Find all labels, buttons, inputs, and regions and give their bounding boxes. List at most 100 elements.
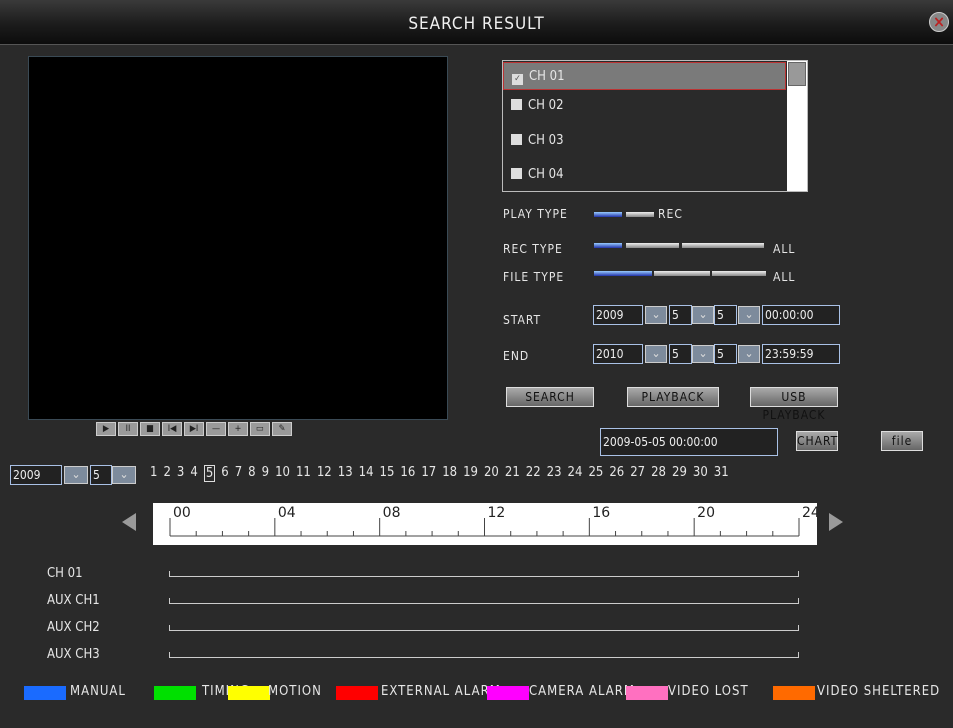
ruler-ticks: 00 04 08 12 16 20 24 [169, 505, 820, 537]
channel-item[interactable]: CH 03 [503, 127, 786, 155]
channel-item[interactable]: CH 04 [503, 161, 786, 189]
timeline-channel-label: AUX CH3 [47, 647, 100, 662]
chart-button[interactable]: CHART [796, 431, 838, 451]
playback-button[interactable]: PLAYBACK [627, 387, 719, 407]
checkbox-icon[interactable]: ✓ [512, 74, 523, 85]
day-item[interactable]: 26 [609, 465, 624, 482]
search-button[interactable]: SEARCH [506, 387, 594, 407]
day-item[interactable]: 3 [177, 465, 184, 482]
edit-icon[interactable]: ✎ [272, 422, 292, 436]
timeline-track[interactable] [169, 598, 799, 604]
channel-item[interactable]: ✓ CH 01 [503, 62, 786, 90]
end-day[interactable]: 5 [714, 344, 737, 364]
day-item[interactable]: 21 [505, 465, 520, 482]
day-item[interactable]: 15 [380, 465, 395, 482]
end-year[interactable]: 2010 [593, 344, 643, 364]
day-item[interactable]: 10 [275, 465, 290, 482]
day-item[interactable]: 5 [203, 465, 216, 482]
chevron-down-icon[interactable]: ⌄ [738, 306, 760, 324]
rec-type-option[interactable] [651, 243, 679, 248]
channel-list[interactable]: ✓ CH 01 CH 02 CH 03 CH 04 [502, 60, 808, 192]
chevron-down-icon[interactable]: ⌄ [738, 345, 760, 363]
day-item[interactable]: 11 [296, 465, 311, 482]
day-item[interactable]: 23 [547, 465, 562, 482]
start-year[interactable]: 2009 [593, 305, 643, 325]
scroll-right-icon[interactable] [829, 513, 843, 531]
legend-swatch [154, 686, 196, 700]
play-type-option[interactable] [594, 212, 622, 217]
day-item[interactable]: 30 [693, 465, 708, 482]
minus-icon[interactable]: — [206, 422, 226, 436]
current-time-field[interactable]: 2009-05-05 00:00:00 [600, 428, 778, 456]
play-icon[interactable]: ▶ [96, 422, 116, 436]
day-item[interactable]: 18 [442, 465, 457, 482]
close-icon[interactable]: × [929, 12, 949, 32]
day-item[interactable]: 22 [526, 465, 541, 482]
end-time[interactable]: 23:59:59 [762, 344, 840, 364]
hour-label: 08 [383, 505, 401, 521]
day-item[interactable]: 9 [262, 465, 269, 482]
start-time[interactable]: 00:00:00 [762, 305, 840, 325]
rec-type-option[interactable] [626, 243, 654, 248]
rec-type-option[interactable] [710, 243, 738, 248]
timeline-track[interactable] [169, 625, 799, 631]
day-selector: 1 2 3 4 5 6 7 8 9 10 11 12 13 14 15 16 17 18 19 20 21 22 23 24 2… [150, 465, 735, 482]
day-item[interactable]: 27 [630, 465, 645, 482]
legend-swatch [626, 686, 668, 700]
calendar-year[interactable]: 2009 [10, 465, 62, 485]
channel-item[interactable]: CH 02 [503, 92, 786, 120]
calendar-month[interactable]: 5 [90, 465, 112, 485]
day-item[interactable]: 13 [338, 465, 353, 482]
chevron-down-icon[interactable]: ⌄ [112, 466, 136, 484]
chevron-down-icon[interactable]: ⌄ [645, 345, 667, 363]
file-button[interactable]: file [881, 431, 923, 451]
day-item[interactable]: 7 [235, 465, 242, 482]
start-day[interactable]: 5 [714, 305, 737, 325]
day-item[interactable]: 17 [421, 465, 436, 482]
file-type-option[interactable] [594, 271, 652, 276]
checkbox-icon[interactable] [511, 99, 522, 110]
start-month[interactable]: 5 [669, 305, 692, 325]
end-month[interactable]: 5 [669, 344, 692, 364]
chevron-down-icon[interactable]: ⌄ [64, 466, 88, 484]
chevron-down-icon[interactable]: ⌄ [692, 345, 714, 363]
day-item[interactable]: 6 [221, 465, 228, 482]
day-item[interactable]: 29 [672, 465, 687, 482]
rec-type-option[interactable] [738, 243, 764, 248]
plus-icon[interactable]: + [228, 422, 248, 436]
day-item[interactable]: 4 [190, 465, 197, 482]
day-item[interactable]: 8 [248, 465, 255, 482]
day-item[interactable]: 25 [588, 465, 603, 482]
day-item[interactable]: 28 [651, 465, 666, 482]
day-item[interactable]: 19 [463, 465, 478, 482]
play-type-option[interactable] [626, 212, 654, 217]
chevron-down-icon[interactable]: ⌄ [692, 306, 714, 324]
fullscreen-icon[interactable]: ▭ [250, 422, 270, 436]
timeline-track[interactable] [169, 652, 799, 658]
scrollbar[interactable] [787, 61, 807, 191]
rec-type-option[interactable] [594, 243, 622, 248]
file-type-option[interactable] [712, 271, 766, 276]
day-item[interactable]: 1 [150, 465, 157, 482]
prev-icon[interactable]: I◀ [162, 422, 182, 436]
day-item[interactable]: 2 [163, 465, 170, 482]
pause-icon[interactable]: II [118, 422, 138, 436]
day-item[interactable]: 14 [359, 465, 374, 482]
day-item[interactable]: 20 [484, 465, 499, 482]
chevron-down-icon[interactable]: ⌄ [645, 306, 667, 324]
next-icon[interactable]: ▶I [184, 422, 204, 436]
day-item[interactable]: 12 [317, 465, 332, 482]
scrollbar-thumb[interactable] [788, 62, 806, 86]
rec-type-option[interactable] [682, 243, 710, 248]
scroll-left-icon[interactable] [122, 513, 136, 531]
day-item[interactable]: 24 [568, 465, 583, 482]
timeline-ruler[interactable]: 00 04 08 12 16 20 24 [153, 503, 820, 545]
stop-icon[interactable]: ■ [140, 422, 160, 436]
checkbox-icon[interactable] [511, 168, 522, 179]
checkbox-icon[interactable] [511, 134, 522, 145]
day-item[interactable]: 16 [400, 465, 415, 482]
file-type-option[interactable] [654, 271, 710, 276]
timeline-track[interactable] [169, 571, 799, 577]
usb-playback-button[interactable]: USB PLAYBACK [750, 387, 838, 422]
day-item[interactable]: 31 [714, 465, 729, 482]
